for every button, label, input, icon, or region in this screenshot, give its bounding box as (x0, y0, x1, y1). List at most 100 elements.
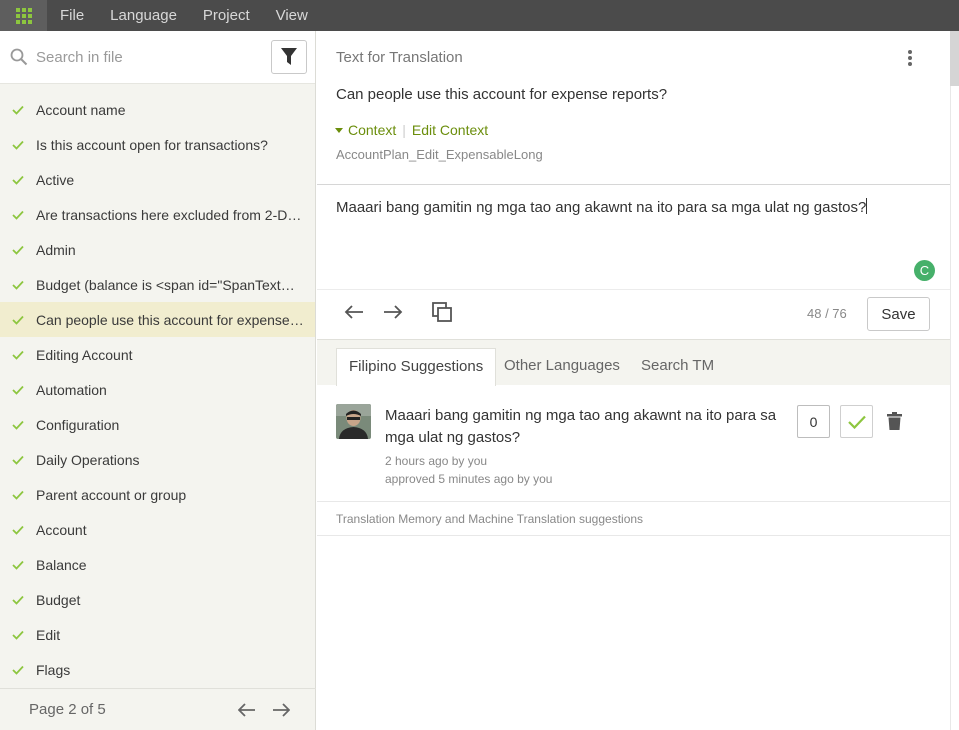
trash-icon[interactable] (887, 412, 902, 430)
vote-count[interactable]: 0 (797, 405, 830, 438)
list-item[interactable]: Active (0, 162, 315, 197)
editor-toolbar: 48 / 76 Save (317, 296, 950, 334)
section-title: Text for Translation (336, 49, 463, 66)
tm-mt-header: Translation Memory and Machine Translati… (317, 503, 950, 536)
list-item[interactable]: Budget (0, 582, 315, 617)
list-item-label: Edit (36, 626, 61, 643)
tab-other-languages[interactable]: Other Languages (492, 348, 632, 386)
list-item-label: Can people use this account for expense … (36, 311, 304, 328)
filter-icon (281, 48, 297, 65)
list-item-label: Flags (36, 661, 71, 678)
list-item-label: Account name (36, 101, 126, 118)
apps-grid-icon (15, 7, 32, 24)
list-item[interactable]: Automation (0, 372, 315, 407)
apps-grid-button[interactable] (0, 0, 47, 31)
list-item-label: Configuration (36, 416, 120, 433)
previous-string-icon[interactable] (344, 304, 364, 320)
list-item-label: Is this account open for transactions? (36, 136, 268, 153)
check-icon (0, 420, 36, 430)
check-icon (0, 210, 36, 220)
pagination: Page 2 of 5 (0, 688, 316, 730)
filter-button[interactable] (271, 40, 307, 74)
list-item[interactable]: Edit (0, 617, 315, 652)
list-item[interactable]: Account name (0, 92, 315, 127)
translation-editor: Text for Translation Can people use this… (317, 31, 950, 730)
list-item-label: Account (36, 521, 87, 538)
check-icon (0, 490, 36, 500)
search-icon (10, 48, 28, 66)
check-icon (0, 385, 36, 395)
divider (317, 289, 950, 290)
string-list: Account name Is this account open for tra… (0, 84, 315, 687)
string-list-sidebar: Account name Is this account open for tra… (0, 31, 316, 730)
menu-file[interactable]: File (47, 0, 97, 31)
list-item-label: Admin (36, 241, 76, 258)
menu-view[interactable]: View (263, 0, 321, 31)
list-item-label: Balance (36, 556, 87, 573)
check-icon (847, 415, 866, 429)
list-item-label: Parent account or group (36, 486, 187, 503)
list-item-label: Editing Account (36, 346, 133, 363)
check-icon (0, 560, 36, 570)
page-indicator: Page 2 of 5 (29, 701, 106, 718)
tab-search-tm[interactable]: Search TM (629, 348, 726, 386)
more-options-icon[interactable] (907, 49, 913, 67)
context-toggle[interactable]: Context (348, 122, 396, 138)
list-item-label: Automation (36, 381, 107, 398)
list-item[interactable]: Balance (0, 547, 315, 582)
menu-project[interactable]: Project (190, 0, 263, 31)
caret-down-icon (335, 128, 343, 133)
context-row: Context | Edit Context (334, 122, 488, 138)
list-item[interactable]: Can people use this account for expense … (0, 302, 315, 337)
list-item[interactable]: Are transactions here excluded from 2-D … (0, 197, 315, 232)
tab-filipino-suggestions[interactable]: Filipino Suggestions (336, 348, 497, 386)
divider (317, 184, 950, 185)
list-item[interactable]: Configuration (0, 407, 315, 442)
list-item[interactable]: Daily Operations (0, 442, 315, 477)
scrollbar-thumb[interactable] (950, 31, 959, 86)
search-input[interactable] (36, 48, 256, 66)
top-menu-bar: File Language Project View (0, 0, 959, 31)
check-icon (0, 315, 36, 325)
text-cursor (866, 198, 868, 214)
suggestion-time: 2 hours ago by you (385, 454, 488, 468)
list-item[interactable]: Flags (0, 652, 315, 687)
arrow-left-icon (238, 702, 255, 717)
check-icon (0, 630, 36, 640)
list-item[interactable]: Parent account or group (0, 477, 315, 512)
list-item[interactable]: Is this account open for transactions? (0, 127, 315, 162)
next-page-button[interactable] (264, 702, 298, 717)
list-item[interactable]: Editing Account (0, 337, 315, 372)
check-icon (0, 455, 36, 465)
approve-button[interactable] (840, 405, 873, 438)
check-icon (0, 525, 36, 535)
suggestion-tabs: Filipino Suggestions Other Languages Sea… (317, 339, 950, 386)
list-item-label: Budget (36, 591, 81, 608)
translation-input[interactable]: Maaari bang gamitin ng mga tao ang akawn… (336, 198, 868, 216)
list-item-label: Are transactions here excluded from 2-D … (36, 206, 304, 223)
next-string-icon[interactable] (383, 304, 403, 320)
avatar (336, 404, 371, 439)
edit-context-link[interactable]: Edit Context (412, 122, 488, 138)
menu-language[interactable]: Language (97, 0, 190, 31)
scrollbar-track[interactable] (950, 31, 959, 730)
check-icon (0, 140, 36, 150)
check-icon (0, 595, 36, 605)
check-icon (0, 175, 36, 185)
list-item[interactable]: Account (0, 512, 315, 547)
list-item-label: Budget (balance is <span id="SpanTextCur… (36, 276, 304, 293)
list-item[interactable]: Budget (balance is <span id="SpanTextCur… (0, 267, 315, 302)
copy-source-icon[interactable] (431, 301, 453, 323)
list-item[interactable]: Admin (0, 232, 315, 267)
check-icon (0, 665, 36, 675)
arrow-right-icon (273, 702, 290, 717)
context-separator: | (402, 122, 406, 138)
prev-page-button[interactable] (230, 702, 264, 717)
translation-text: Maaari bang gamitin ng mga tao ang akawn… (336, 199, 867, 216)
save-button[interactable]: Save (867, 297, 930, 331)
context-key: AccountPlan_Edit_ExpensableLong (336, 147, 543, 162)
list-item-label: Daily Operations (36, 451, 140, 468)
character-count: 48 / 76 (807, 306, 847, 321)
search-bar (0, 31, 315, 84)
check-icon (0, 105, 36, 115)
